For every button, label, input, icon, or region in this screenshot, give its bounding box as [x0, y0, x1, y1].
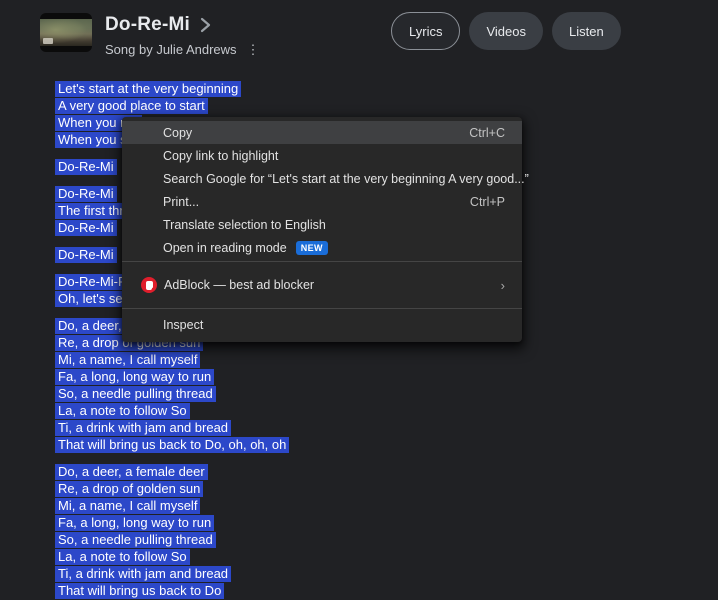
menu-item-label: Copy	[163, 125, 193, 140]
lyric-line: Fa, a long, long way to run	[55, 368, 289, 385]
adblock-icon	[141, 277, 157, 293]
menu-item-inspect[interactable]: Inspect	[122, 311, 522, 339]
page-title[interactable]: Do-Re-Mi	[105, 14, 190, 36]
menu-item-label: Open in reading mode	[163, 240, 287, 255]
lyric-line: Re, a drop of golden sun	[55, 480, 289, 497]
menu-item-label: Translate selection to English	[163, 217, 326, 232]
lyric-line: Fa, a long, long way to run	[55, 514, 289, 531]
lyric-line: Do, a deer, a female deer	[55, 463, 289, 480]
menu-item-label: Search Google for “Let's start at the ve…	[163, 171, 529, 186]
menu-item-copy[interactable]: Copy Ctrl+C	[122, 121, 522, 144]
menu-item-copy-link-to-highlight[interactable]: Copy link to highlight	[122, 144, 522, 167]
subtitle-row: Song by Julie Andrews ⋮	[105, 42, 262, 57]
lyric-line: A very good place to start	[55, 97, 289, 114]
song-thumbnail[interactable]	[40, 13, 92, 52]
chevron-right-icon[interactable]	[200, 17, 211, 33]
chip-listen[interactable]: Listen	[551, 12, 621, 50]
more-options-icon[interactable]: ⋮	[245, 43, 262, 56]
lyric-line: That will bring us back to Do, oh, oh, o…	[55, 436, 290, 453]
lyric-line: La, a note to follow So	[55, 548, 289, 565]
lyric-line: Ti, a drink with jam and bread	[55, 565, 289, 582]
menu-item-adblock-best-ad-blocker[interactable]: AdBlock — best ad blocker ›	[122, 264, 522, 306]
chips: Lyrics Videos Listen	[391, 12, 621, 50]
menu-item-label: Inspect	[163, 318, 204, 332]
thumbnail-watermark	[43, 38, 53, 44]
lyric-line: Mi, a name, I call myself	[55, 351, 289, 368]
title-row: Do-Re-Mi	[105, 14, 211, 36]
context-menu: Copy Ctrl+C Copy link to highlight Search G…	[122, 117, 529, 342]
lyric-line: La, a note to follow So	[55, 402, 289, 419]
menu-item-search-google-for-let-s-start-[interactable]: Search Google for “Let's start at the ve…	[122, 167, 529, 190]
lyric-line: So, a needle pulling thread	[55, 531, 289, 548]
lyric-block-7: Do, a deer, a female deer Re, a drop of g…	[55, 463, 289, 599]
song-byline: Song by Julie Andrews	[105, 42, 237, 57]
submenu-arrow-icon: ›	[500, 277, 505, 293]
lyric-line: Let's start at the very beginning	[55, 80, 289, 97]
menu-separator	[122, 261, 522, 262]
lyric-line: Mi, a name, I call myself	[55, 497, 289, 514]
chip-videos[interactable]: Videos	[469, 12, 543, 50]
menu-item-translate-selection-to-english[interactable]: Translate selection to English	[122, 213, 522, 236]
lyric-line: Ti, a drink with jam and bread	[55, 419, 289, 436]
menu-item-label: Copy link to highlight	[163, 148, 279, 163]
lyric-line: So, a needle pulling thread	[55, 385, 289, 402]
menu-item-label: AdBlock — best ad blocker	[164, 278, 315, 292]
menu-separator	[122, 308, 522, 309]
menu-shortcut: Ctrl+P	[469, 194, 505, 209]
menu-item-open-in-reading-mode[interactable]: Open in reading mode NEW	[122, 236, 522, 259]
menu-shortcut: Ctrl+C	[469, 125, 505, 140]
menu-item-print[interactable]: Print... Ctrl+P	[122, 190, 522, 213]
menu-item-label: Print...	[163, 194, 200, 209]
lyric-line: That will bring us back to Do	[55, 582, 289, 599]
chip-lyrics[interactable]: Lyrics	[391, 12, 461, 50]
new-badge: NEW	[295, 240, 328, 255]
